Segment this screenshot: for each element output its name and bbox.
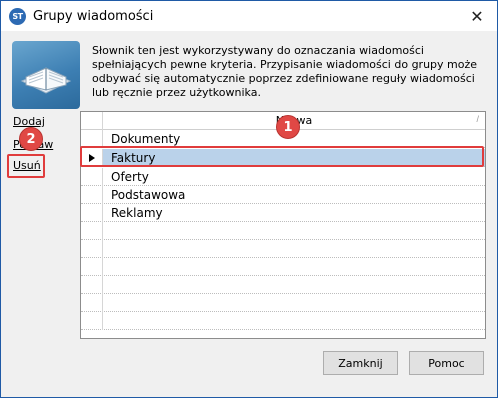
table-row[interactable]: Reklamy bbox=[81, 204, 485, 222]
empty-row bbox=[81, 258, 485, 276]
group-name-cell[interactable]: Oferty bbox=[111, 168, 149, 186]
empty-row bbox=[81, 222, 485, 240]
row-selector bbox=[81, 276, 103, 294]
annotation-badge-2: 2 bbox=[19, 127, 43, 151]
app-logo-icon: ST bbox=[9, 8, 26, 25]
row-selector bbox=[81, 258, 103, 276]
row-selector-header bbox=[81, 112, 103, 130]
empty-row bbox=[81, 276, 485, 294]
empty-row bbox=[81, 294, 485, 312]
close-button[interactable]: Zamknij bbox=[323, 351, 398, 375]
table-row[interactable]: Podstawowa bbox=[81, 186, 485, 204]
dictionary-book-icon bbox=[12, 41, 80, 109]
group-name-cell[interactable]: Podstawowa bbox=[111, 186, 185, 204]
close-window-button[interactable]: ✕ bbox=[463, 4, 491, 28]
help-button[interactable]: Pomoc bbox=[409, 351, 484, 375]
dialog-window: ST Grupy wiadomości ✕ Słownik ten jest w… bbox=[0, 0, 498, 398]
row-selector bbox=[81, 222, 103, 240]
empty-row bbox=[81, 312, 485, 330]
annotation-badge-1: 1 bbox=[276, 115, 300, 139]
dictionary-description: Słownik ten jest wykorzystywany do oznac… bbox=[92, 44, 478, 99]
window-title: Grupy wiadomości bbox=[33, 9, 154, 24]
group-name-cell[interactable]: Reklamy bbox=[111, 204, 163, 222]
selected-row-highlight bbox=[80, 146, 484, 167]
row-selector bbox=[81, 312, 103, 330]
row-selector bbox=[81, 240, 103, 258]
sort-indicator-icon: / bbox=[476, 114, 479, 124]
title-bar: ST Grupy wiadomości ✕ bbox=[1, 1, 497, 31]
delete-link-highlight bbox=[7, 154, 45, 178]
row-selector[interactable] bbox=[81, 204, 103, 222]
row-selector[interactable] bbox=[81, 168, 103, 186]
empty-row bbox=[81, 240, 485, 258]
row-selector bbox=[81, 294, 103, 312]
table-row[interactable]: Oferty bbox=[81, 168, 485, 186]
row-selector[interactable] bbox=[81, 186, 103, 204]
